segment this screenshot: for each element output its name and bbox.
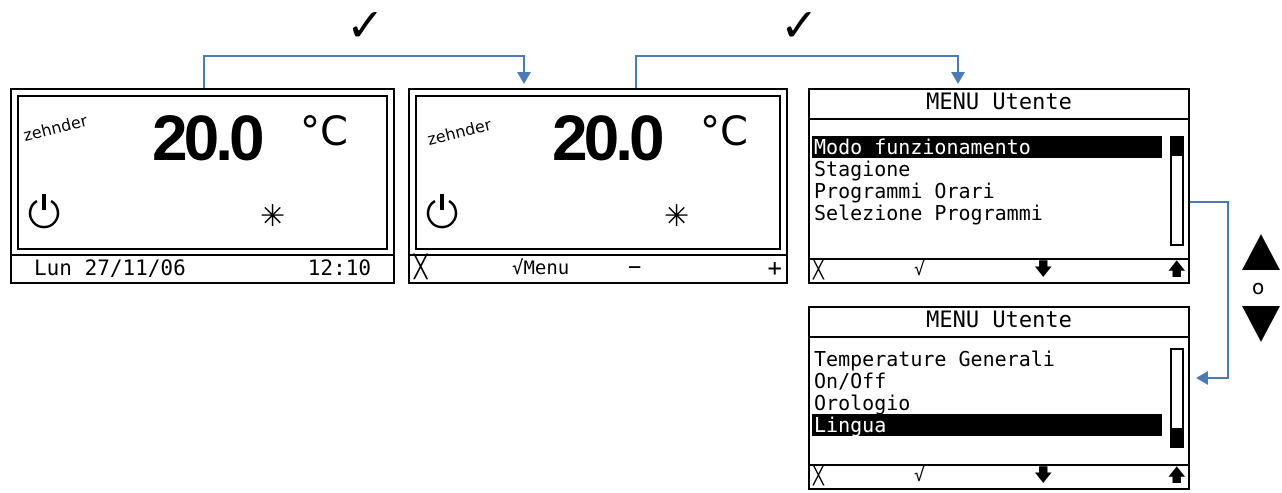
time-display: 12:10 (307, 256, 371, 280)
menu-item-stagione[interactable]: Stagione (812, 158, 1162, 180)
snowflake-icon: ✳ (260, 199, 286, 234)
menu-softkey-bar: ╳ √ 🡇 🡅 (810, 258, 1188, 282)
menu-item-modo-funzionamento[interactable]: Modo funzionamento (812, 136, 1162, 158)
minus-softkey[interactable]: − (628, 256, 641, 280)
arrowhead-3 (1196, 371, 1208, 385)
softkey-bar: ╳ √Menu − + (410, 254, 786, 282)
temperature-readout-2: 20.0 (552, 102, 665, 174)
menu-scrollbar[interactable] (1170, 348, 1184, 448)
menu-list: Temperature Generali On/Off Orologio Lin… (812, 348, 1162, 436)
step-check-2: ✓ (780, 0, 819, 52)
main-screen-softkeys: zehnder 20.0 °C ✳ ╳ √Menu − + (408, 88, 788, 284)
temperature-unit-2: °C (700, 109, 748, 155)
connector-2 (635, 55, 959, 88)
status-bar: Lun 27/11/06 12:10 (12, 254, 393, 282)
step-check-1: ✓ (346, 0, 385, 52)
connector-1 (203, 55, 525, 88)
or-label: o (1252, 275, 1265, 299)
menu-scrollbar[interactable] (1170, 136, 1184, 246)
menu-item-lingua[interactable]: Lingua (812, 414, 1162, 436)
cancel-softkey[interactable]: ╳ (813, 260, 824, 280)
menu-softkey[interactable]: √Menu (512, 256, 569, 280)
connector-3 (1188, 201, 1229, 379)
menu-item-selezione-programmi[interactable]: Selezione Programmi (812, 202, 1162, 224)
arrowhead-1 (517, 72, 531, 84)
menu-title: MENU Utente (810, 308, 1188, 338)
power-icon-2 (426, 194, 458, 229)
menu-item-on-off[interactable]: On/Off (812, 370, 1162, 392)
temperature-unit: °C (300, 109, 348, 155)
confirm-softkey[interactable]: √ (914, 466, 925, 486)
scrollbar-thumb[interactable] (1172, 428, 1182, 446)
menu-softkey-bar: ╳ √ 🡇 🡅 (810, 464, 1188, 488)
down-softkey[interactable]: 🡇 (1034, 466, 1053, 486)
confirm-softkey[interactable]: √ (914, 260, 925, 280)
power-icon (28, 194, 60, 229)
main-screen: zehnder 20.0 °C ✳ Lun 27/11/06 12:10 (10, 88, 395, 284)
cancel-softkey[interactable]: ╳ (813, 466, 824, 486)
cancel-softkey[interactable]: ╳ (414, 256, 427, 280)
triangle-up-icon (1242, 234, 1280, 270)
snowflake-icon-2: ✳ (664, 199, 690, 234)
user-menu-screen-top: MENU Utente Modo funzionamento Stagione … (808, 88, 1190, 284)
menu-item-orologio[interactable]: Orologio (812, 392, 1162, 414)
temperature-readout: 20.0 (152, 102, 265, 174)
date-display: Lun 27/11/06 (34, 256, 186, 280)
menu-title: MENU Utente (810, 90, 1188, 120)
menu-item-temperature-generali[interactable]: Temperature Generali (812, 348, 1162, 370)
arrowhead-2 (951, 72, 965, 84)
plus-softkey[interactable]: + (768, 256, 782, 280)
menu-list: Modo funzionamento Stagione Programmi Or… (812, 136, 1162, 224)
down-softkey[interactable]: 🡇 (1034, 260, 1053, 280)
menu-item-programmi-orari[interactable]: Programmi Orari (812, 180, 1162, 202)
up-softkey[interactable]: 🡅 (1167, 260, 1186, 280)
up-softkey[interactable]: 🡅 (1167, 466, 1186, 486)
user-menu-screen-bottom: MENU Utente Temperature Generali On/Off … (808, 306, 1190, 490)
scrollbar-thumb[interactable] (1172, 138, 1182, 156)
triangle-down-icon (1242, 306, 1280, 342)
